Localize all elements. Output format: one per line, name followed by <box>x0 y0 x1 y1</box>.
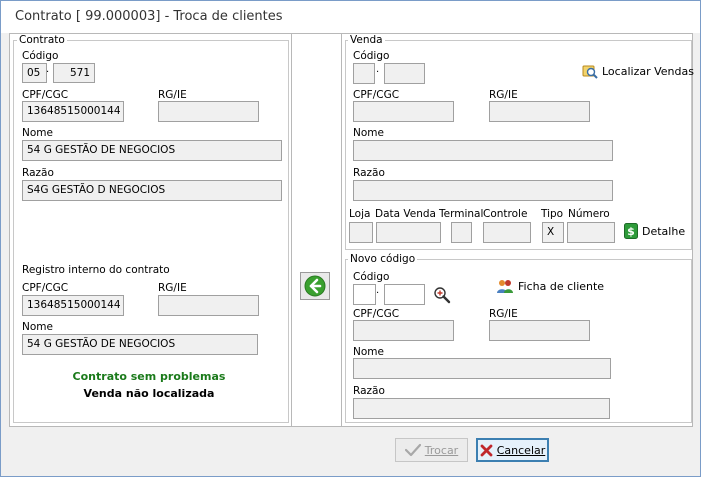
venda-codigo-separator: · <box>376 67 380 78</box>
terminal-label: Terminal <box>439 208 484 220</box>
contrato-razao-label: Razão <box>22 167 54 179</box>
novo-codigo-group-title: Novo código <box>348 253 418 265</box>
registro-nome-field[interactable]: 54 G GESTÃO DE NEGOCIOS <box>22 334 258 355</box>
ficha-cliente-label: Ficha de cliente <box>518 279 605 293</box>
data-venda-label: Data Venda <box>375 208 436 220</box>
numero-label: Número <box>568 208 610 220</box>
venda-cpf-field[interactable] <box>353 101 454 122</box>
tipo-field[interactable]: X <box>542 222 564 243</box>
detalhe-button[interactable]: $ Detalhe <box>624 223 685 239</box>
contrato-nome-label: Nome <box>22 127 53 139</box>
novo-codigo-separator: · <box>376 288 380 299</box>
arrow-left-icon <box>304 275 326 297</box>
venda-rg-field[interactable] <box>489 101 590 122</box>
venda-group-title: Venda <box>348 34 385 46</box>
controle-field[interactable] <box>483 222 531 243</box>
venda-status: Venda não localizada <box>83 387 215 400</box>
tipo-label: Tipo <box>541 208 564 220</box>
contrato-codigo-label: Código <box>22 50 59 62</box>
registro-cpf-label: CPF/CGC <box>22 282 69 294</box>
contrato-nome-field[interactable]: 54 G GESTÃO DE NEGOCIOS <box>22 140 282 161</box>
check-icon <box>404 443 421 457</box>
contrato-razao-field[interactable]: S4G GESTÃO D NEGOCIOS <box>22 180 282 201</box>
contrato-cpf-label: CPF/CGC <box>22 89 69 101</box>
venda-razao-field[interactable] <box>353 180 613 201</box>
novo-codigo-label: Código <box>353 271 390 283</box>
x-icon <box>480 444 493 456</box>
novo-rg-field[interactable] <box>489 320 590 341</box>
loja-label: Loja <box>349 208 371 220</box>
cancelar-button[interactable]: Cancelar <box>476 438 549 462</box>
registro-cpf-field[interactable]: 13648515000144 <box>22 295 124 316</box>
contrato-rg-label: RG/IE <box>158 89 187 101</box>
novo-codigo-part2[interactable] <box>384 284 425 305</box>
venda-codigo-part1[interactable] <box>353 63 375 84</box>
venda-razao-label: Razão <box>353 167 385 179</box>
novo-razao-label: Razão <box>353 385 385 397</box>
detalhe-label: Detalhe <box>642 224 686 238</box>
trocar-label: Trocar <box>424 443 459 457</box>
venda-rg-label: RG/IE <box>489 89 518 101</box>
transfer-button[interactable] <box>300 272 330 300</box>
center-divider-right <box>341 34 342 426</box>
contrato-status-ok: Contrato sem problemas <box>72 370 226 383</box>
users-icon <box>497 280 513 293</box>
venda-codigo-label: Código <box>353 50 390 62</box>
novo-nome-label: Nome <box>353 346 384 358</box>
center-divider-left <box>291 34 292 426</box>
novo-razao-field[interactable] <box>353 398 610 419</box>
window-title: Contrato [ 99.000003] - Troca de cliente… <box>15 9 283 24</box>
dialog-window: Contrato [ 99.000003] - Troca de cliente… <box>0 0 701 477</box>
contrato-codigo-part2[interactable]: 571 <box>53 63 95 83</box>
numero-field[interactable] <box>567 222 615 243</box>
terminal-field[interactable] <box>451 222 472 243</box>
registro-rg-field[interactable] <box>158 295 259 316</box>
novo-nome-field[interactable] <box>353 358 611 379</box>
venda-cpf-label: CPF/CGC <box>353 89 400 101</box>
controle-label: Controle <box>483 208 528 220</box>
registro-rg-label: RG/IE <box>158 282 187 294</box>
venda-codigo-part2[interactable] <box>384 63 425 84</box>
localizar-vendas-button[interactable]: Localizar Vendas <box>582 63 694 79</box>
data-venda-field[interactable] <box>376 222 441 243</box>
ficha-cliente-button[interactable]: Ficha de cliente <box>496 278 604 294</box>
novo-cpf-field[interactable] <box>353 320 454 341</box>
magnifier-plus-icon[interactable] <box>433 286 451 304</box>
loja-field[interactable] <box>349 222 373 243</box>
contrato-cpf-field[interactable]: 13648515000144 <box>22 101 124 122</box>
registro-interno-title: Registro interno do contrato <box>22 264 170 276</box>
novo-cpf-label: CPF/CGC <box>353 308 400 320</box>
search-folder-icon <box>582 65 598 79</box>
contrato-group-title: Contrato <box>17 34 67 46</box>
codigo-separator: · <box>46 67 50 78</box>
contrato-codigo-part1[interactable]: 05 <box>22 63 47 83</box>
title-bar: Contrato [ 99.000003] - Troca de cliente… <box>1 1 700 33</box>
venda-nome-field[interactable] <box>353 140 613 161</box>
venda-nome-label: Nome <box>353 127 384 139</box>
dollar-icon: $ <box>624 223 638 239</box>
svg-text:$: $ <box>627 225 635 238</box>
novo-codigo-part1[interactable] <box>353 284 376 305</box>
contrato-rg-field[interactable] <box>158 101 259 122</box>
novo-rg-label: RG/IE <box>489 308 518 320</box>
trocar-button[interactable]: Trocar <box>395 438 468 462</box>
cancelar-label: Cancelar <box>496 443 546 457</box>
registro-nome-label: Nome <box>22 321 53 333</box>
localizar-vendas-label: Localizar Vendas <box>602 64 694 78</box>
